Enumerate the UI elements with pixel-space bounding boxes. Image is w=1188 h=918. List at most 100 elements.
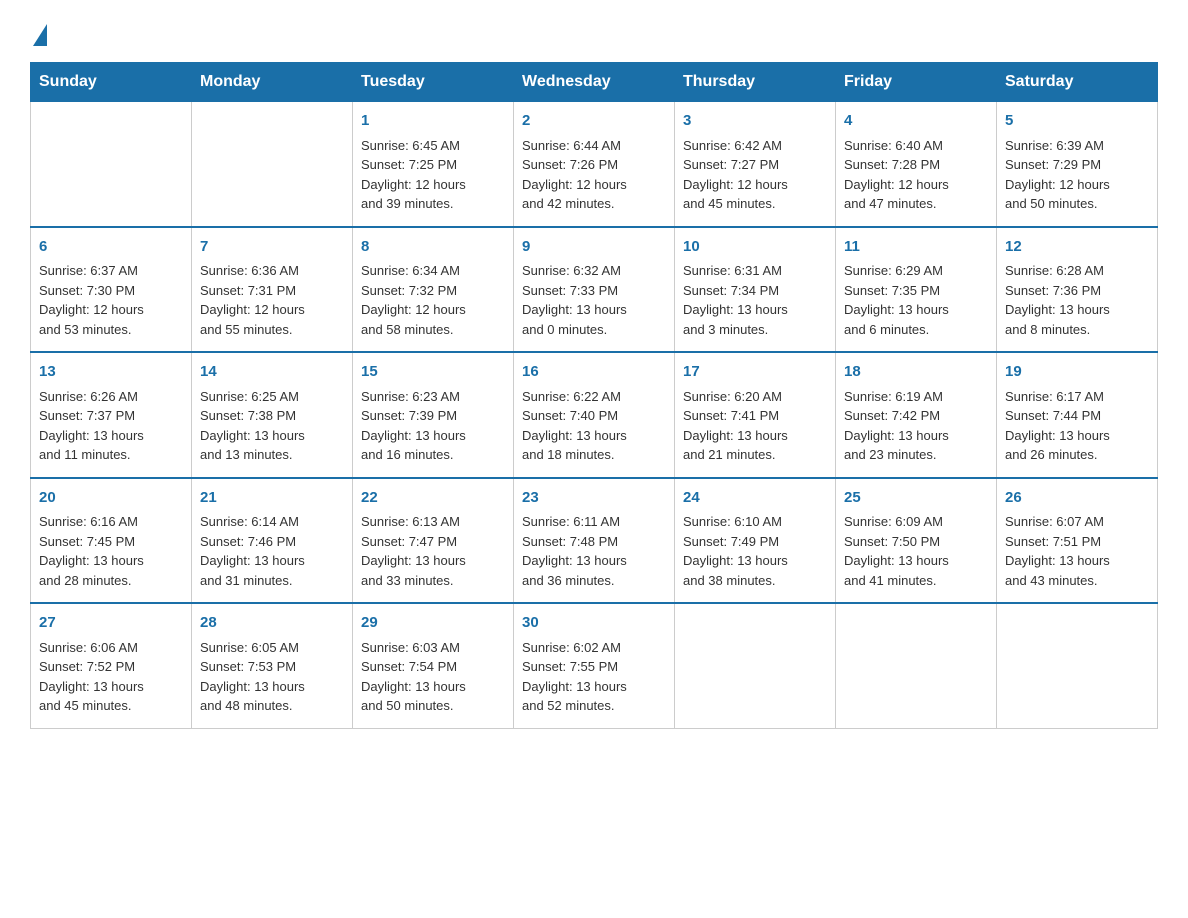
day-info-line: Sunrise: 6:02 AM [522, 638, 666, 658]
day-info-line: Daylight: 13 hours [39, 677, 183, 697]
logo [30, 20, 49, 42]
day-number: 27 [39, 612, 183, 635]
calendar-body: 1Sunrise: 6:45 AMSunset: 7:25 PMDaylight… [31, 102, 1158, 729]
day-info-line: Daylight: 13 hours [844, 551, 988, 571]
day-info-line: and 48 minutes. [200, 696, 344, 716]
day-info-line: and 58 minutes. [361, 320, 505, 340]
calendar-cell: 13Sunrise: 6:26 AMSunset: 7:37 PMDayligh… [31, 352, 192, 478]
weekday-header-row: SundayMondayTuesdayWednesdayThursdayFrid… [31, 63, 1158, 102]
day-info-line: Daylight: 13 hours [683, 426, 827, 446]
calendar-cell: 12Sunrise: 6:28 AMSunset: 7:36 PMDayligh… [997, 227, 1158, 353]
day-info-line: Daylight: 13 hours [522, 300, 666, 320]
day-number: 15 [361, 361, 505, 384]
day-info-line: Sunset: 7:53 PM [200, 657, 344, 677]
calendar-cell: 18Sunrise: 6:19 AMSunset: 7:42 PMDayligh… [836, 352, 997, 478]
day-info-line: and 36 minutes. [522, 571, 666, 591]
day-number: 7 [200, 236, 344, 259]
day-info-line: and 31 minutes. [200, 571, 344, 591]
weekday-header-sunday: Sunday [31, 63, 192, 102]
day-info-line: Sunset: 7:45 PM [39, 532, 183, 552]
day-number: 28 [200, 612, 344, 635]
day-info-line: Sunrise: 6:42 AM [683, 136, 827, 156]
day-info-line: Daylight: 13 hours [1005, 300, 1149, 320]
day-info-line: Sunset: 7:28 PM [844, 155, 988, 175]
day-info-line: Sunrise: 6:45 AM [361, 136, 505, 156]
day-info-line: Sunrise: 6:09 AM [844, 512, 988, 532]
day-info-line: Sunrise: 6:10 AM [683, 512, 827, 532]
day-info-line: and 28 minutes. [39, 571, 183, 591]
day-info-line: and 18 minutes. [522, 445, 666, 465]
day-info-line: Sunset: 7:46 PM [200, 532, 344, 552]
calendar-cell: 10Sunrise: 6:31 AMSunset: 7:34 PMDayligh… [675, 227, 836, 353]
day-info-line: and 55 minutes. [200, 320, 344, 340]
calendar-week-1: 1Sunrise: 6:45 AMSunset: 7:25 PMDaylight… [31, 102, 1158, 227]
day-info-line: Sunset: 7:27 PM [683, 155, 827, 175]
day-info-line: and 41 minutes. [844, 571, 988, 591]
day-info-line: Daylight: 12 hours [39, 300, 183, 320]
calendar-cell: 26Sunrise: 6:07 AMSunset: 7:51 PMDayligh… [997, 478, 1158, 604]
day-info-line: Daylight: 13 hours [39, 426, 183, 446]
calendar-week-2: 6Sunrise: 6:37 AMSunset: 7:30 PMDaylight… [31, 227, 1158, 353]
calendar-cell: 30Sunrise: 6:02 AMSunset: 7:55 PMDayligh… [514, 603, 675, 728]
day-info-line: and 33 minutes. [361, 571, 505, 591]
calendar-cell: 20Sunrise: 6:16 AMSunset: 7:45 PMDayligh… [31, 478, 192, 604]
day-info-line: Daylight: 13 hours [200, 426, 344, 446]
day-info-line: Daylight: 13 hours [522, 551, 666, 571]
day-info-line: Sunset: 7:31 PM [200, 281, 344, 301]
day-info-line: and 3 minutes. [683, 320, 827, 340]
calendar-cell: 3Sunrise: 6:42 AMSunset: 7:27 PMDaylight… [675, 102, 836, 227]
day-number: 21 [200, 487, 344, 510]
calendar-cell [997, 603, 1158, 728]
day-info-line: Sunrise: 6:07 AM [1005, 512, 1149, 532]
weekday-header-friday: Friday [836, 63, 997, 102]
day-info-line: Sunset: 7:55 PM [522, 657, 666, 677]
day-number: 8 [361, 236, 505, 259]
calendar-cell [675, 603, 836, 728]
page-header [30, 20, 1158, 42]
day-number: 2 [522, 110, 666, 133]
day-info-line: Daylight: 12 hours [361, 300, 505, 320]
calendar-cell: 15Sunrise: 6:23 AMSunset: 7:39 PMDayligh… [353, 352, 514, 478]
day-info-line: and 50 minutes. [1005, 194, 1149, 214]
day-info-line: Sunrise: 6:28 AM [1005, 261, 1149, 281]
day-info-line: and 45 minutes. [39, 696, 183, 716]
day-info-line: Sunrise: 6:16 AM [39, 512, 183, 532]
calendar-cell: 23Sunrise: 6:11 AMSunset: 7:48 PMDayligh… [514, 478, 675, 604]
calendar-cell: 7Sunrise: 6:36 AMSunset: 7:31 PMDaylight… [192, 227, 353, 353]
day-info-line: and 21 minutes. [683, 445, 827, 465]
day-number: 6 [39, 236, 183, 259]
weekday-header-tuesday: Tuesday [353, 63, 514, 102]
calendar-cell: 22Sunrise: 6:13 AMSunset: 7:47 PMDayligh… [353, 478, 514, 604]
logo-line1 [30, 20, 49, 46]
calendar-cell: 27Sunrise: 6:06 AMSunset: 7:52 PMDayligh… [31, 603, 192, 728]
day-info-line: Sunset: 7:35 PM [844, 281, 988, 301]
day-info-line: Daylight: 13 hours [361, 426, 505, 446]
day-info-line: Sunrise: 6:39 AM [1005, 136, 1149, 156]
calendar-cell: 6Sunrise: 6:37 AMSunset: 7:30 PMDaylight… [31, 227, 192, 353]
day-info-line: and 38 minutes. [683, 571, 827, 591]
day-info-line: Daylight: 13 hours [844, 426, 988, 446]
day-info-line: and 39 minutes. [361, 194, 505, 214]
day-number: 19 [1005, 361, 1149, 384]
day-info-line: Sunrise: 6:26 AM [39, 387, 183, 407]
calendar-cell: 1Sunrise: 6:45 AMSunset: 7:25 PMDaylight… [353, 102, 514, 227]
day-info-line: Sunset: 7:50 PM [844, 532, 988, 552]
day-info-line: Daylight: 13 hours [39, 551, 183, 571]
calendar-cell: 8Sunrise: 6:34 AMSunset: 7:32 PMDaylight… [353, 227, 514, 353]
day-info-line: Sunrise: 6:31 AM [683, 261, 827, 281]
day-info-line: Daylight: 13 hours [1005, 551, 1149, 571]
day-info-line: Sunset: 7:54 PM [361, 657, 505, 677]
calendar-cell: 17Sunrise: 6:20 AMSunset: 7:41 PMDayligh… [675, 352, 836, 478]
day-info-line: Sunset: 7:37 PM [39, 406, 183, 426]
day-info-line: and 50 minutes. [361, 696, 505, 716]
day-number: 25 [844, 487, 988, 510]
calendar-cell: 4Sunrise: 6:40 AMSunset: 7:28 PMDaylight… [836, 102, 997, 227]
day-info-line: Daylight: 12 hours [361, 175, 505, 195]
day-info-line: Daylight: 13 hours [522, 677, 666, 697]
day-info-line: Sunrise: 6:05 AM [200, 638, 344, 658]
calendar-cell [836, 603, 997, 728]
day-info-line: and 45 minutes. [683, 194, 827, 214]
day-info-line: Sunset: 7:30 PM [39, 281, 183, 301]
day-info-line: and 53 minutes. [39, 320, 183, 340]
day-info-line: Sunset: 7:25 PM [361, 155, 505, 175]
